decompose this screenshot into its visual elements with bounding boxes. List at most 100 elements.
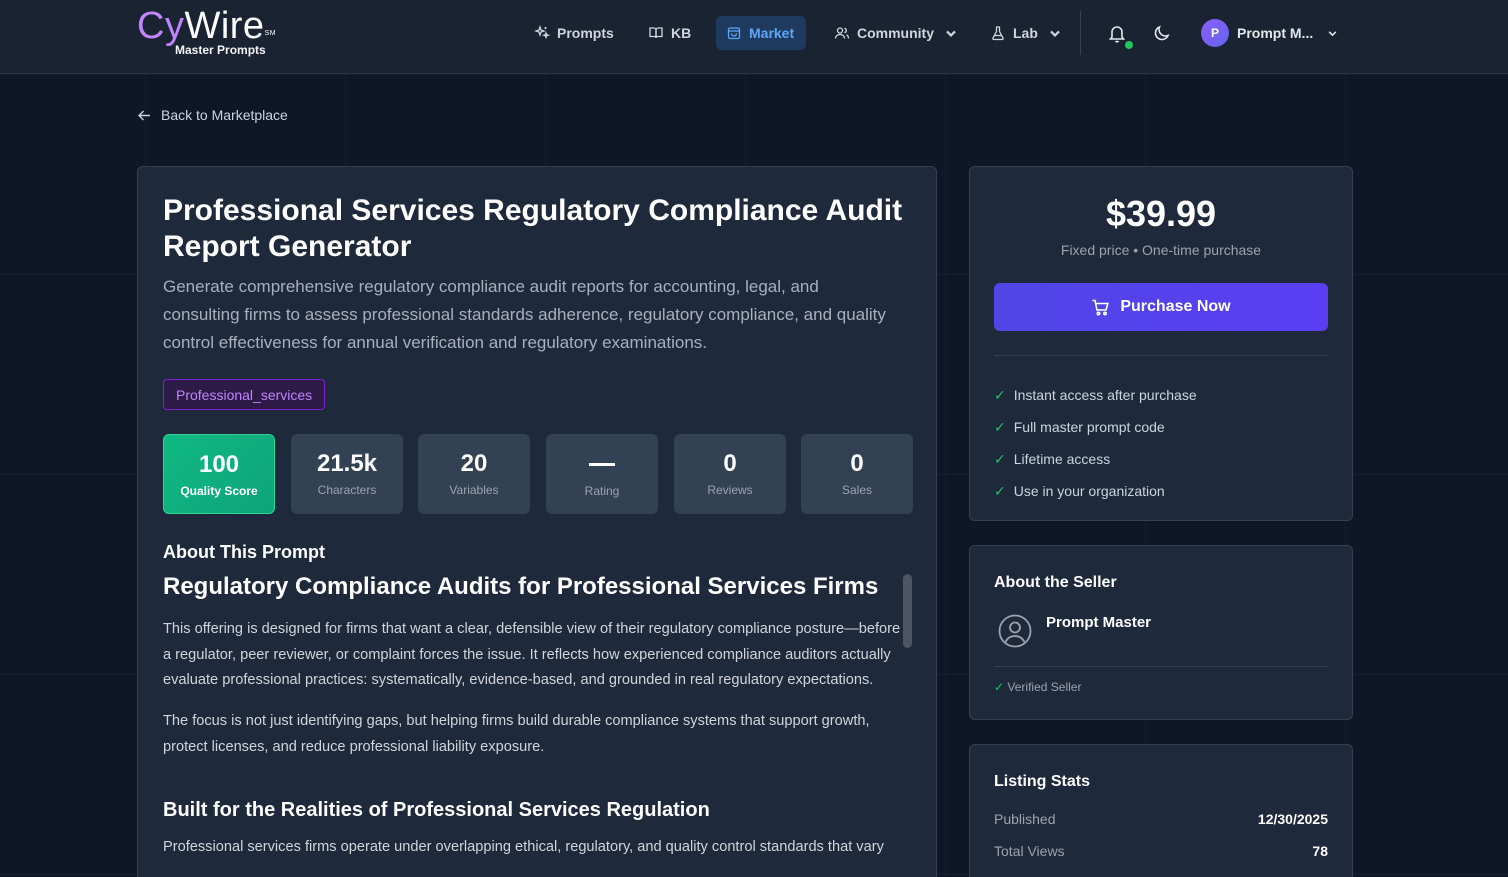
check-icon: ✓ <box>994 680 1005 694</box>
divider <box>994 666 1328 667</box>
arrow-left-icon <box>138 110 150 120</box>
nav-kb[interactable]: KB <box>638 16 701 50</box>
check-icon: ✓ <box>994 386 1006 403</box>
stat-variables: 20 Variables <box>418 434 530 514</box>
stat-value: 21.5k <box>316 450 378 477</box>
check-icon: ✓ <box>994 418 1006 435</box>
nav-market[interactable]: Market <box>716 16 806 50</box>
purchase-button-label: Purchase Now <box>1120 298 1231 315</box>
verified-label: Verified Seller <box>1007 680 1082 694</box>
stat-label: Variables <box>449 483 499 497</box>
content-heading: Regulatory Compliance Audits for Profess… <box>163 573 879 600</box>
back-link-label: Back to Marketplace <box>161 107 288 123</box>
header-divider <box>1080 11 1081 55</box>
check-icon: ✓ <box>994 482 1006 499</box>
nav-lab[interactable]: Lab <box>980 16 1073 50</box>
bell-icon[interactable] <box>1106 22 1128 44</box>
stat-value: 78 <box>1312 843 1328 859</box>
check-icon: ✓ <box>994 450 1006 467</box>
content-paragraph: This offering is designed for firms that… <box>163 621 901 689</box>
stat-sales: 0 Sales <box>801 434 913 514</box>
category-tag[interactable]: Professional_services <box>163 379 326 410</box>
feature-label: Full master prompt code <box>1013 419 1165 435</box>
list-item: ✓ Full master prompt code <box>994 411 1197 443</box>
feature-label: Instant access after purchase <box>1013 387 1197 403</box>
avatar[interactable]: P <box>1201 19 1229 47</box>
cart-icon <box>1092 299 1110 316</box>
nav-community-label: Community <box>857 25 934 41</box>
feature-label: Use in your organization <box>1013 483 1165 499</box>
stat-rating-empty <box>589 463 615 466</box>
stat-label: Total Views <box>994 843 1065 859</box>
bag-icon <box>727 27 741 40</box>
seller-heading: About the Seller <box>994 574 1117 591</box>
cywire-logo[interactable]: CyWireSM Master Prompts <box>137 6 276 57</box>
logo-wire: Wire <box>184 5 265 47</box>
stat-label: Sales <box>841 483 873 497</box>
price: $39.99 <box>1105 193 1217 234</box>
page-title: Professional Services Regulatory Complia… <box>163 194 903 263</box>
content-paragraph: The focus is not just identifying gaps, … <box>163 713 870 755</box>
purchase-card: $39.99 Fixed price • One-time purchase P… <box>969 166 1353 521</box>
nav-prompts-label: Prompts <box>557 25 614 41</box>
nav-community[interactable]: Community <box>824 16 969 50</box>
nav-market-label: Market <box>749 25 795 41</box>
feature-label: Lifetime access <box>1013 451 1111 467</box>
divider <box>994 355 1328 356</box>
stat-label: Quality Score <box>180 484 258 498</box>
feature-list: ✓ Instant access after purchase ✓ Full mas… <box>994 379 1197 507</box>
back-to-marketplace-link[interactable]: Back to Marketplace <box>137 107 288 123</box>
stat-label: Characters <box>317 483 377 497</box>
content-scrollbar[interactable] <box>903 574 912 648</box>
content-subheading: Built for the Realities of Professional … <box>163 798 710 821</box>
moon-icon[interactable] <box>1152 23 1172 43</box>
sparkles-icon <box>534 25 550 40</box>
stat-value: 20 <box>460 450 488 477</box>
listing-stats-heading: Listing Stats <box>994 773 1091 790</box>
flask-icon <box>992 26 1004 41</box>
price-note: Fixed price • One-time purchase <box>1060 242 1262 258</box>
chevron-down-icon <box>1050 30 1060 37</box>
logo-wordmark: CyWireSM <box>137 6 276 46</box>
stat-value: 100 <box>198 451 240 478</box>
content-paragraph: Professional services firms operate unde… <box>163 838 884 855</box>
nav-lab-label: Lab <box>1013 25 1038 41</box>
listing-stat-row: Total Views 78 <box>994 843 1328 859</box>
listing-stat-row: Published 12/30/2025 <box>994 811 1328 827</box>
stat-label: Rating <box>584 484 620 498</box>
stat-quality-score: 100 Quality Score <box>163 434 275 514</box>
stat-value: 0 <box>850 450 864 477</box>
stat-characters: 21.5k Characters <box>291 434 403 514</box>
user-circle-icon <box>998 614 1032 648</box>
stat-label: Reviews <box>707 483 753 497</box>
logo-sm: SM <box>264 30 277 37</box>
stat-label: Published <box>994 811 1056 827</box>
stats-row: 100 Quality Score 21.5k Characters 20 Va… <box>163 434 913 514</box>
nav-prompts[interactable]: Prompts <box>524 16 624 50</box>
nav-kb-label: KB <box>671 25 692 41</box>
user-name[interactable]: Prompt M... <box>1237 25 1313 41</box>
listing-stats-card: Listing Stats Published 12/30/2025 Total… <box>969 744 1353 877</box>
listing-card: Professional Services Regulatory Complia… <box>137 166 937 877</box>
list-item: ✓ Instant access after purchase <box>994 379 1197 411</box>
stat-value: 0 <box>723 450 737 477</box>
seller-name[interactable]: Prompt Master <box>1046 614 1151 631</box>
purchase-now-button[interactable]: Purchase Now <box>994 283 1328 331</box>
listing-description: Generate comprehensive regulatory compli… <box>163 277 886 352</box>
about-heading: About This Prompt <box>163 542 325 562</box>
logo-subtitle: Master Prompts <box>175 43 266 57</box>
book-icon <box>649 27 663 39</box>
chevron-down-icon <box>946 30 956 37</box>
logo-cy: Cy <box>137 5 185 47</box>
about-content[interactable]: Regulatory Compliance Audits for Profess… <box>163 572 903 860</box>
top-navbar: CyWireSM Master Prompts Prompts KB Marke… <box>0 0 1508 74</box>
stat-value: 12/30/2025 <box>1257 811 1328 827</box>
stat-reviews: 0 Reviews <box>674 434 786 514</box>
notification-status-dot <box>1125 41 1133 49</box>
chevron-down-icon[interactable] <box>1327 28 1338 39</box>
list-item: ✓ Use in your organization <box>994 475 1197 507</box>
stat-rating: Rating <box>546 434 658 514</box>
users-icon <box>834 27 850 39</box>
list-item: ✓ Lifetime access <box>994 443 1197 475</box>
verified-seller-badge: ✓ Verified Seller <box>994 680 1081 694</box>
